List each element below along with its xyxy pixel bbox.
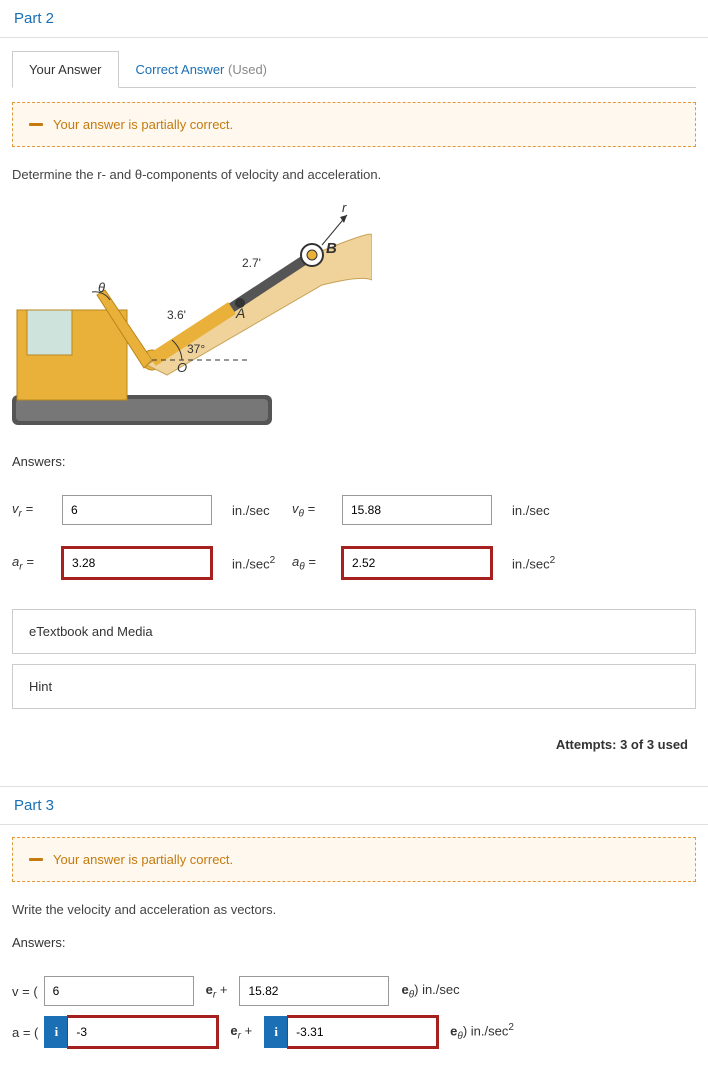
question-prompt: Determine the r- and θ-components of vel… (12, 167, 696, 182)
answers-grid: vr = in./sec vθ = in./sec ar = in./sec2 … (12, 495, 696, 579)
ar-unit: in./sec2 (222, 555, 292, 571)
a-suffix: eθ) in./sec2 (444, 1022, 520, 1042)
vtheta-label: vθ = (292, 501, 342, 520)
fig-dim-2-7: 2.7' (242, 256, 261, 270)
fig-label-theta: θ (98, 280, 105, 295)
attempts-text: Attempts: 3 of 3 used (12, 719, 696, 774)
hint-button[interactable]: Hint (12, 664, 696, 709)
a-er-connector: er + (224, 1023, 258, 1042)
ar-label: ar = (12, 554, 62, 573)
part2-body: Your Answer Correct Answer (Used) Your a… (0, 38, 708, 786)
v-etheta-input[interactable] (239, 976, 389, 1006)
atheta-label: aθ = (292, 554, 342, 573)
vr-unit: in./sec (222, 503, 292, 518)
minus-icon (29, 858, 43, 861)
fig-label-O: O (177, 360, 187, 375)
atheta-unit: in./sec2 (502, 555, 572, 571)
info-icon[interactable]: i (44, 1016, 68, 1048)
answers-heading-3: Answers: (12, 935, 696, 950)
v-er-connector: er + (200, 982, 234, 1001)
v-suffix: eθ) in./sec (395, 982, 465, 1001)
a-vector-row: a = ( i er + i eθ) in./sec2 (12, 1016, 696, 1048)
vr-label: vr = (12, 501, 62, 520)
v-er-input[interactable] (44, 976, 194, 1006)
excavator-figure: r B 2.7' A 3.6' 37° O θ (12, 200, 372, 430)
info-icon[interactable]: i (264, 1016, 288, 1048)
answers-heading: Answers: (12, 454, 696, 469)
question-prompt-3: Write the velocity and acceleration as v… (12, 902, 696, 917)
alert-text-3: Your answer is partially correct. (53, 852, 233, 867)
tabs: Your Answer Correct Answer (Used) (12, 50, 696, 88)
vtheta-unit: in./sec (502, 503, 572, 518)
a-etheta-input[interactable] (288, 1016, 438, 1048)
tab-correct-answer[interactable]: Correct Answer (Used) (119, 51, 285, 88)
partial-correct-alert: Your answer is partially correct. (12, 102, 696, 147)
vr-input[interactable] (62, 495, 212, 525)
atheta-input[interactable] (342, 547, 492, 579)
tab-correct-label: Correct Answer (136, 62, 225, 77)
a-prefix: a = ( (12, 1025, 38, 1040)
fig-label-B: B (326, 240, 337, 257)
a-er-input[interactable] (68, 1016, 218, 1048)
ar-input[interactable] (62, 547, 212, 579)
minus-icon (29, 123, 43, 126)
fig-angle-37: 37° (187, 342, 205, 356)
etextbook-button[interactable]: eTextbook and Media (12, 609, 696, 654)
fig-label-r: r (342, 200, 346, 215)
part3-body: Your answer is partially correct. Write … (0, 825, 708, 1070)
v-vector-row: v = ( er + eθ) in./sec (12, 976, 696, 1006)
v-prefix: v = ( (12, 984, 38, 999)
alert-text: Your answer is partially correct. (53, 117, 233, 132)
part2-header[interactable]: Part 2 (0, 0, 708, 38)
fig-label-A: A (236, 305, 245, 321)
partial-correct-alert-3: Your answer is partially correct. (12, 837, 696, 882)
part3-header[interactable]: Part 3 (0, 787, 708, 825)
tab-your-answer[interactable]: Your Answer (12, 51, 119, 88)
tab-correct-used: (Used) (224, 62, 267, 77)
fig-dim-3-6: 3.6' (167, 308, 186, 322)
vtheta-input[interactable] (342, 495, 492, 525)
